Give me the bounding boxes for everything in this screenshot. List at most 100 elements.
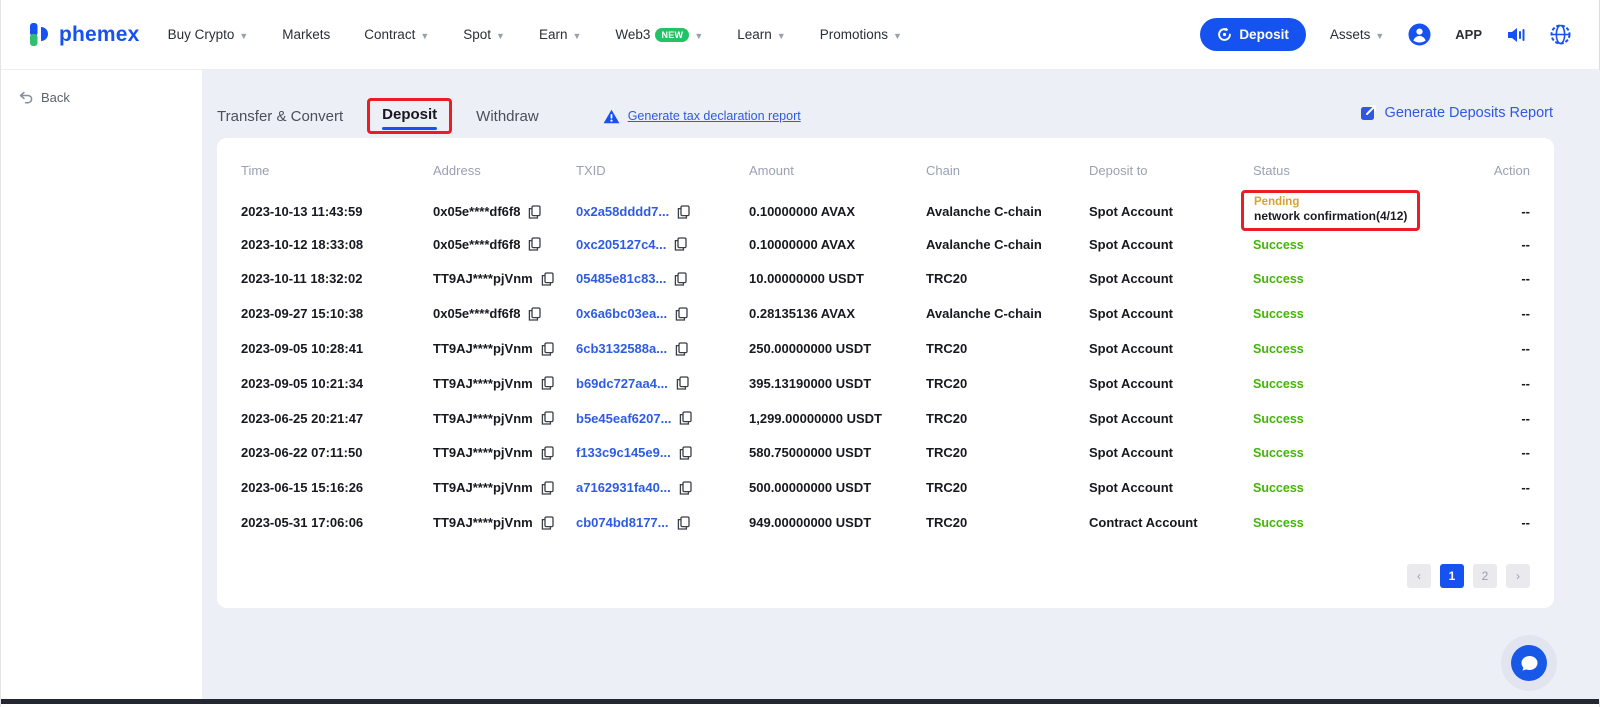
cell-txid: cb074bd8177... [576,515,749,530]
status-success-label: Success [1253,272,1304,286]
txid-link[interactable]: cb074bd8177... [576,515,669,530]
chevron-down-icon: ▼ [893,31,902,41]
cell-action: -- [1473,376,1530,391]
copy-address-icon[interactable] [541,446,554,460]
column-header-time: Time [241,163,433,178]
column-header-txid: TXID [576,163,749,178]
nav-item-label: Markets [282,27,330,42]
table-row: 2023-09-27 15:10:38 0x05e****df6f8 0x6a6… [241,296,1530,331]
copy-address-icon[interactable] [541,411,554,425]
txid-link[interactable]: 0x6a6bc03ea... [576,306,667,321]
address-text: 0x05e****df6f8 [433,237,520,252]
copy-address-icon[interactable] [528,237,541,251]
cell-status: Success [1253,271,1473,286]
address-text: TT9AJ****pjVnm [433,376,533,391]
assets-menu[interactable]: Assets ▼ [1330,27,1384,42]
txid-link[interactable]: 0xc205127c4... [576,237,666,252]
cell-address: TT9AJ****pjVnm [433,341,576,356]
column-header-chain: Chain [926,163,1089,178]
deposit-history-card: TimeAddressTXIDAmountChainDeposit toStat… [217,138,1554,608]
copy-address-icon[interactable] [541,481,554,495]
tab-transfer-convert[interactable]: Transfer & Convert [217,100,343,133]
nav-item-spot[interactable]: Spot▼ [463,27,505,42]
address-text: TT9AJ****pjVnm [433,411,533,426]
status-success-label: Success [1253,342,1304,356]
pagination-page-1[interactable]: 1 [1440,564,1464,588]
table-row: 2023-09-05 10:21:34 TT9AJ****pjVnm b69dc… [241,366,1530,401]
back-button[interactable]: Back [19,90,202,105]
nav-item-buy-crypto[interactable]: Buy Crypto▼ [168,27,249,42]
nav-item-contract[interactable]: Contract▼ [364,27,429,42]
column-header-action: Action [1473,163,1530,178]
pagination-page-2[interactable]: 2 [1473,564,1497,588]
copy-address-icon[interactable] [541,272,554,286]
copy-address-icon[interactable] [541,376,554,390]
nav-item-earn[interactable]: Earn▼ [539,27,581,42]
copy-txid-icon[interactable] [676,376,689,390]
copy-txid-icon[interactable] [674,237,687,251]
status-success-label: Success [1253,412,1304,426]
txid-link[interactable]: f133c9c145e9... [576,445,671,460]
cell-address: TT9AJ****pjVnm [433,480,576,495]
nav-item-web3[interactable]: Web3NEW▼ [615,27,703,42]
deposit-button[interactable]: Deposit [1200,18,1306,51]
pagination-next-button[interactable]: › [1506,564,1530,588]
cell-action: -- [1473,411,1530,426]
account-button[interactable] [1408,23,1431,46]
copy-address-icon[interactable] [528,307,541,321]
top-navbar: phemex Buy Crypto▼ Markets Contract▼ Spot▼ E… [1,0,1599,70]
pagination-prev-button[interactable]: ‹ [1407,564,1431,588]
txid-link[interactable]: 0x2a58dddd7... [576,204,669,219]
app-link[interactable]: APP [1455,27,1482,42]
chevron-down-icon: ▼ [777,31,786,41]
cell-status: Success [1253,445,1473,460]
cell-address: TT9AJ****pjVnm [433,411,576,426]
txid-link[interactable]: 05485e81c83... [576,271,666,286]
tab-withdraw[interactable]: Withdraw [476,100,539,133]
address-text: TT9AJ****pjVnm [433,480,533,495]
main-content: Transfer & Convert Deposit Withdraw Gene… [202,70,1600,701]
cell-txid: 0x2a58dddd7... [576,204,749,219]
copy-address-icon[interactable] [541,516,554,530]
cell-address: 0x05e****df6f8 [433,237,576,252]
column-header-deposit-to: Deposit to [1089,163,1253,178]
txid-link[interactable]: 6cb3132588a... [576,341,667,356]
cell-time: 2023-10-12 18:33:08 [241,237,433,252]
copy-address-icon[interactable] [528,205,541,219]
nav-item-learn[interactable]: Learn▼ [737,27,785,42]
tab-deposit[interactable]: Deposit [382,106,437,123]
status-success-label: Success [1253,481,1304,495]
speaker-icon [1506,26,1526,44]
txid-link[interactable]: b5e45eaf6207... [576,411,671,426]
announcements-button[interactable] [1506,26,1526,44]
copy-txid-icon[interactable] [675,307,688,321]
copy-txid-icon[interactable] [674,272,687,286]
txid-link[interactable]: a7162931fa40... [576,480,671,495]
cell-address: TT9AJ****pjVnm [433,445,576,460]
column-header-amount: Amount [749,163,926,178]
cell-address: 0x05e****df6f8 [433,204,576,219]
copy-txid-icon[interactable] [677,516,690,530]
phemex-logo[interactable]: phemex [29,21,140,48]
chevron-down-icon: ▼ [496,31,505,41]
chat-support-button[interactable] [1511,645,1547,681]
cell-address: TT9AJ****pjVnm [433,515,576,530]
cell-action: -- [1473,480,1530,495]
cell-txid: a7162931fa40... [576,480,749,495]
cell-time: 2023-09-05 10:28:41 [241,341,433,356]
generate-deposits-report-link[interactable]: Generate Deposits Report [1360,104,1553,121]
copy-txid-icon[interactable] [675,342,688,356]
copy-txid-icon[interactable] [679,446,692,460]
table-header-row: TimeAddressTXIDAmountChainDeposit toStat… [241,138,1530,192]
nav-item-promotions[interactable]: Promotions▼ [820,27,902,42]
nav-item-markets[interactable]: Markets [282,27,330,42]
cell-deposit-to: Spot Account [1089,237,1253,252]
copy-txid-icon[interactable] [677,205,690,219]
tax-declaration-link[interactable]: Generate tax declaration report [603,109,801,124]
copy-txid-icon[interactable] [679,411,692,425]
copy-address-icon[interactable] [541,342,554,356]
language-button[interactable] [1550,24,1571,45]
cell-amount: 10.00000000 USDT [749,271,926,286]
txid-link[interactable]: b69dc727aa4... [576,376,668,391]
copy-txid-icon[interactable] [679,481,692,495]
